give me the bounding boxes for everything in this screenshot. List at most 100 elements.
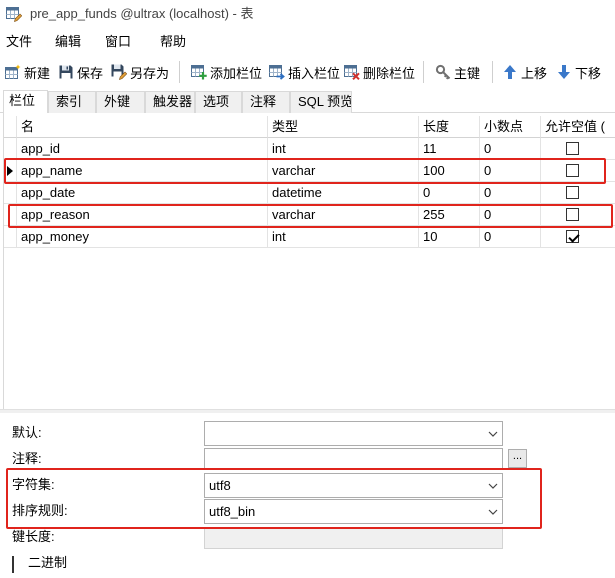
table-row[interactable]: app_id int 11 0 <box>4 138 615 160</box>
charset-value: utf8 <box>209 478 231 493</box>
field-type-cell[interactable]: int <box>268 226 419 248</box>
toolbar-separator <box>423 61 424 83</box>
field-name-cell[interactable]: app_name <box>17 160 268 182</box>
field-decimals-cell[interactable]: 0 <box>480 182 541 204</box>
save-button-label: 保存 <box>77 65 104 81</box>
move-down-button[interactable]: 下移 <box>557 57 601 87</box>
field-length-cell[interactable]: 0 <box>419 182 480 204</box>
binary-checkbox[interactable] <box>12 556 14 573</box>
grid-header-row: 名 类型 长度 小数点 允许空值 ( <box>4 116 615 138</box>
tab-foreign-keys[interactable]: 外键 <box>96 91 145 113</box>
collation-value: utf8_bin <box>209 504 256 519</box>
row-indicator <box>4 182 17 204</box>
column-header-decimals: 小数点 <box>480 116 541 138</box>
move-down-button-label: 下移 <box>575 65 602 81</box>
panel-splitter[interactable] <box>0 409 615 413</box>
field-name-cell[interactable]: app_reason <box>17 204 268 226</box>
tab-indexes[interactable]: 索引 <box>48 91 96 113</box>
field-nullable-cell <box>541 138 615 160</box>
chevron-down-icon <box>488 509 498 515</box>
toolbar-separator <box>179 61 180 83</box>
nullable-checkbox[interactable] <box>566 208 579 221</box>
key-length-input <box>204 527 503 549</box>
tab-options[interactable]: 选项 <box>195 91 242 113</box>
nullable-checkbox[interactable] <box>566 164 579 177</box>
comment-label: 注释: <box>12 451 42 466</box>
field-decimals-cell[interactable]: 0 <box>480 138 541 160</box>
binary-label: 二进制 <box>28 555 68 570</box>
field-nullable-cell <box>541 182 615 204</box>
title-bar: pre_app_funds @ultrax (localhost) - 表 <box>0 0 615 29</box>
menu-edit[interactable]: 编辑 <box>54 31 82 53</box>
insert-field-button[interactable]: 插入栏位 <box>269 57 340 87</box>
delete-field-button[interactable]: 删除栏位 <box>344 57 415 87</box>
charset-label: 字符集: <box>12 477 55 492</box>
add-field-icon <box>191 64 207 80</box>
default-select[interactable] <box>204 421 503 446</box>
toolbar-separator <box>492 61 493 83</box>
field-nullable-cell <box>541 226 615 248</box>
charset-select[interactable]: utf8 <box>204 473 503 498</box>
nullable-checkbox[interactable] <box>566 142 579 155</box>
table-row[interactable]: app_reason varchar 255 0 <box>4 204 615 226</box>
table-row[interactable]: app_money int 10 0 <box>4 226 615 248</box>
field-name-cell[interactable]: app_date <box>17 182 268 204</box>
field-length-cell[interactable]: 255 <box>419 204 480 226</box>
save-button[interactable]: 保存 <box>58 57 103 87</box>
new-button[interactable]: 新建 <box>5 57 50 87</box>
field-decimals-cell[interactable]: 0 <box>480 160 541 182</box>
current-row-arrow-icon <box>7 165 13 176</box>
add-field-button[interactable]: 添加栏位 <box>191 57 262 87</box>
field-length-cell[interactable]: 10 <box>419 226 480 248</box>
row-indicator <box>4 160 17 182</box>
primary-key-button[interactable]: 主键 <box>435 57 480 87</box>
menu-file[interactable]: 文件 <box>5 31 33 53</box>
arrow-down-icon <box>557 64 571 80</box>
window-title: pre_app_funds @ultrax (localhost) - 表 <box>30 6 254 21</box>
delete-field-icon <box>344 64 360 80</box>
new-table-icon <box>5 64 21 80</box>
tab-comment[interactable]: 注释 <box>242 91 290 113</box>
insert-field-button-label: 插入栏位 <box>288 65 341 81</box>
menu-help[interactable]: 帮助 <box>159 31 187 53</box>
table-row[interactable]: app_date datetime 0 0 <box>4 182 615 204</box>
toolbar: 新建 保存 另存为 添加栏位 插入栏位 删除栏位 主键 上移 下移 <box>0 57 615 87</box>
field-name-cell[interactable]: app_id <box>17 138 268 160</box>
table-design-icon <box>6 6 22 22</box>
column-header-nullable: 允许空值 ( <box>541 116 615 138</box>
field-nullable-cell <box>541 204 615 226</box>
key-icon <box>435 64 451 80</box>
header-indicator-cell <box>4 116 17 138</box>
field-name-cell[interactable]: app_money <box>17 226 268 248</box>
nullable-checkbox[interactable] <box>566 186 579 199</box>
field-type-cell[interactable]: datetime <box>268 182 419 204</box>
field-length-cell[interactable]: 11 <box>419 138 480 160</box>
collation-select[interactable]: utf8_bin <box>204 499 503 524</box>
tab-sql-preview[interactable]: SQL 预览 <box>290 91 352 113</box>
table-row[interactable]: app_name varchar 100 0 <box>4 160 615 182</box>
save-icon <box>58 64 74 80</box>
comment-ellipsis-button[interactable]: ... <box>508 449 527 468</box>
column-header-name: 名 <box>17 116 268 138</box>
save-as-button[interactable]: 另存为 <box>111 57 169 87</box>
tab-fields[interactable]: 栏位 <box>3 90 48 113</box>
field-type-cell[interactable]: varchar <box>268 204 419 226</box>
field-decimals-cell[interactable]: 0 <box>480 226 541 248</box>
default-label: 默认: <box>12 425 42 440</box>
field-length-cell[interactable]: 100 <box>419 160 480 182</box>
arrow-up-icon <box>503 64 517 80</box>
comment-input[interactable] <box>204 448 503 470</box>
field-type-cell[interactable]: varchar <box>268 160 419 182</box>
column-header-length: 长度 <box>419 116 480 138</box>
chevron-down-icon <box>488 483 498 489</box>
tab-triggers[interactable]: 触发器 <box>145 91 195 113</box>
menu-window[interactable]: 窗口 <box>104 31 132 53</box>
move-up-button-label: 上移 <box>521 65 548 81</box>
menu-bar: 文件 编辑 窗口 帮助 <box>0 31 615 53</box>
field-type-cell[interactable]: int <box>268 138 419 160</box>
collation-label: 排序规则: <box>12 503 68 518</box>
move-up-button[interactable]: 上移 <box>503 57 547 87</box>
field-decimals-cell[interactable]: 0 <box>480 204 541 226</box>
row-indicator <box>4 204 17 226</box>
nullable-checkbox[interactable] <box>566 230 579 243</box>
